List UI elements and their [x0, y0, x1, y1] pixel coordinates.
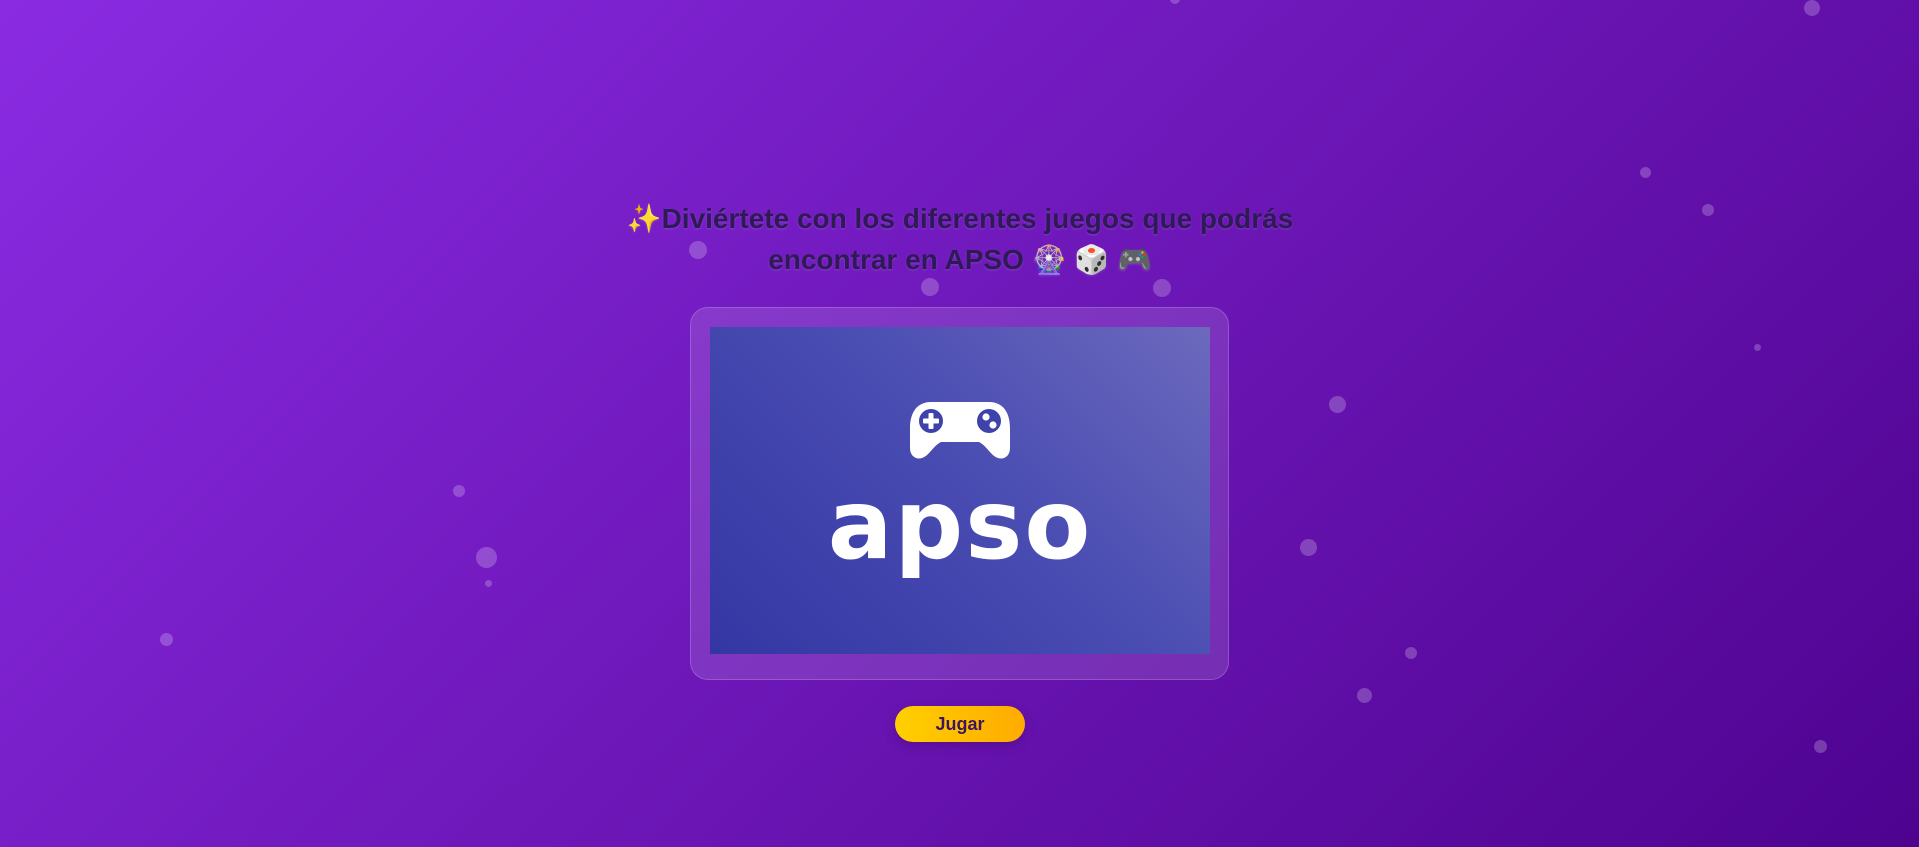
decorative-bubble	[1405, 647, 1417, 659]
decorative-bubble	[1754, 344, 1761, 351]
decorative-bubble	[1153, 279, 1171, 297]
decorative-bubble	[1329, 396, 1346, 413]
game-card: apso	[690, 307, 1229, 680]
decorative-bubble	[921, 278, 939, 296]
game-preview-image: apso	[710, 327, 1210, 654]
decorative-bubble	[1702, 204, 1714, 216]
decorative-bubble	[485, 580, 492, 587]
decorative-bubble	[476, 547, 497, 568]
decorative-bubble	[1640, 167, 1651, 178]
decorative-bubble	[1804, 0, 1820, 16]
decorative-bubble	[1357, 688, 1372, 703]
decorative-bubble	[1814, 740, 1827, 753]
apso-logo-text: apso	[827, 469, 1093, 581]
decorative-bubble	[1170, 0, 1180, 4]
page-headline: ✨Diviértete con los diferentes juegos qu…	[626, 203, 1294, 275]
decorative-bubble	[160, 633, 173, 646]
gamepad-icon	[910, 402, 1010, 459]
play-button[interactable]: Jugar	[895, 706, 1025, 742]
decorative-bubble	[1300, 539, 1317, 556]
decorative-bubble	[453, 485, 465, 497]
